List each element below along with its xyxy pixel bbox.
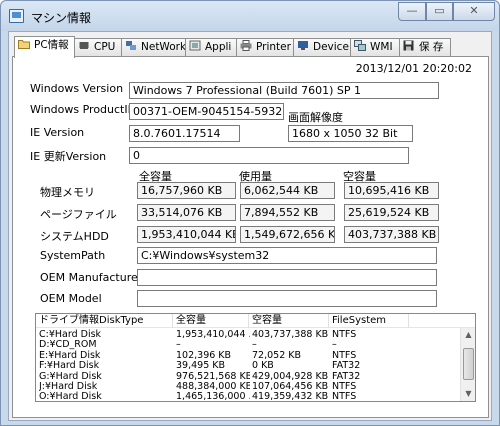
tab-device[interactable]: Device [293,38,351,56]
tab-pc-info[interactable]: PC情報 [14,36,75,58]
tab-label: WMI [370,41,393,53]
system-hdd-used[interactable]: 1,549,672,656 KB [240,226,335,243]
drive-filesystem: NTFS [332,391,357,402]
page-file-label: ページファイル [40,208,117,221]
resolution-label: 画面解像度 [288,111,343,124]
timestamp: 2013/12/01 20:20:02 [355,62,472,75]
resolution-field[interactable]: 1680 x 1050 32 Bit [288,125,413,142]
oem-model-field[interactable] [137,290,437,307]
oem-manufacturer-field[interactable] [137,269,437,286]
save-icon [403,40,415,51]
title-bar[interactable]: マシン情報 — ▭ ✕ [1,1,499,31]
ie-version-field[interactable]: 8.0.7601.17514 [129,125,240,142]
minimize-icon: — [406,4,418,17]
maximize-button[interactable]: ▭ [426,2,453,21]
tab-label: CPU [94,41,116,53]
physical-memory-used[interactable]: 6,062,544 KB [240,182,335,199]
tab-network[interactable]: NetWork [121,38,186,56]
ie-update-field[interactable]: 0 [129,147,409,164]
column-filesystem[interactable]: FileSystem [329,314,409,328]
drive-total: 1,465,136,000 ... [176,391,250,402]
tab-label: PC情報 [34,39,69,51]
ie-update-label: IE 更新Version [30,150,107,163]
physical-memory-total[interactable]: 16,757,960 KB [137,182,236,199]
system-path-field[interactable]: C:¥Windows¥system32 [137,247,437,264]
maximize-icon: ▭ [434,4,445,17]
chip-icon [78,40,90,51]
drive-row[interactable]: O:¥Hard Disk 1,465,136,000 ... 419,359,432… [36,391,460,402]
windows-version-field[interactable]: Windows 7 Professional (Build 7601) SP 1 [129,82,439,99]
device-icon [297,40,309,51]
tab-printer[interactable]: Printer [236,38,294,56]
close-button[interactable]: ✕ [453,2,495,21]
drive-list-header: ドライブ情報DiskType 全容量 空容量 FileSystem [36,314,475,328]
window-title: マシン情報 [31,11,92,25]
scroll-thumb[interactable] [463,348,474,380]
pc-info-panel: 2013/12/01 20:20:02 Windows Version Wind… [12,56,489,418]
system-hdd-label: システムHDD [40,230,109,243]
tab-label: NetWork [141,41,187,53]
network-icon [125,40,137,51]
system-hdd-free[interactable]: 403,737,388 KB [344,226,439,243]
ie-version-label: IE Version [30,126,85,139]
drive-disk-type: O:¥Hard Disk [39,391,102,402]
client-area: PC情報 CPU NetWork Appli Printer Device WM… [8,31,492,421]
column-total[interactable]: 全容量 [173,314,249,328]
tab-label: Printer [256,41,291,53]
drive-free: 419,359,432 KB [252,391,329,402]
column-free[interactable]: 空容量 [249,314,329,328]
close-icon: ✕ [469,4,479,17]
tab-wmi[interactable]: WMI [350,38,400,56]
tab-cpu[interactable]: CPU [74,38,122,56]
tab-label: 保 存 [419,41,444,53]
scroll-up-icon[interactable]: ▲ [461,328,475,342]
column-disk-type[interactable]: ドライブ情報DiskType [36,314,173,328]
tab-label: Device [313,41,349,53]
system-path-label: SystemPath [40,249,106,262]
page-file-used[interactable]: 7,894,552 KB [240,204,335,221]
app-icon [189,40,201,51]
drive-list-scrollbar[interactable]: ▲ ▼ [460,328,475,401]
wmi-icon [354,40,366,51]
tab-strip: PC情報 CPU NetWork Appli Printer Device WM… [12,36,490,58]
page-file-total[interactable]: 33,514,076 KB [137,204,236,221]
tab-save[interactable]: 保 存 [399,38,451,56]
printer-icon [240,40,252,51]
app-icon [9,9,24,23]
folder-icon [18,38,30,49]
drive-list[interactable]: ドライブ情報DiskType 全容量 空容量 FileSystem C:¥Har… [35,313,476,402]
system-hdd-total[interactable]: 1,953,410,044 KB [137,226,236,243]
physical-memory-free[interactable]: 10,695,416 KB [344,182,439,199]
windows-version-label: Windows Version [30,82,124,95]
physical-memory-label: 物理メモリ [40,186,95,199]
scroll-down-icon[interactable]: ▼ [461,387,475,401]
tab-label: Appli [205,41,232,53]
page-file-free[interactable]: 25,619,524 KB [344,204,439,221]
machine-info-window: マシン情報 — ▭ ✕ PC情報 CPU NetWork Appli Print… [0,0,500,426]
product-id-label: Windows ProductID [30,103,137,116]
oem-manufacturer-label: OEM Manufacturer [40,271,143,284]
tab-appli[interactable]: Appli [185,38,237,56]
oem-model-label: OEM Model [40,292,102,305]
product-id-field[interactable]: 00371-OEM-9045154-59325 [129,103,284,120]
minimize-button[interactable]: — [398,2,426,21]
